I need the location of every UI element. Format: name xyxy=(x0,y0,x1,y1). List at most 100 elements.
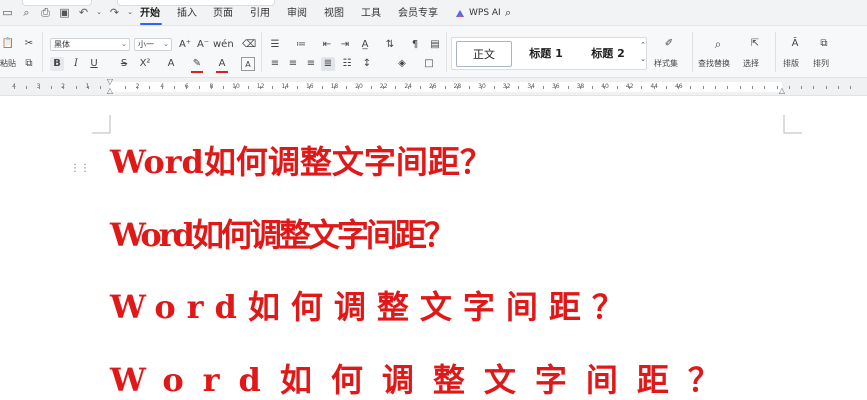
undo-icon[interactable]: ↶ xyxy=(76,5,91,20)
tab-tools[interactable]: 工具 xyxy=(361,7,381,20)
numbered-list-icon[interactable]: ≔ xyxy=(294,38,308,52)
ruler-tick xyxy=(100,86,101,89)
borders-icon[interactable]: □ xyxy=(422,57,436,71)
group-divider xyxy=(446,32,447,72)
ruler-number: 20 xyxy=(355,83,363,90)
text-effect-icon[interactable]: A xyxy=(164,57,178,71)
find-replace-label[interactable]: 查找替换 xyxy=(698,59,730,69)
tab-page[interactable]: 页面 xyxy=(213,7,233,20)
cut-icon[interactable]: ✂ xyxy=(22,37,36,51)
right-indent-marker[interactable]: △ xyxy=(778,87,786,95)
ruler-tick xyxy=(703,86,704,89)
ruler-tick xyxy=(494,86,495,89)
ruler-tick xyxy=(149,86,150,89)
font-color-icon[interactable]: A xyxy=(215,57,229,71)
gallery-scroll-up-icon[interactable]: ⌃ xyxy=(636,38,650,52)
decrease-indent-icon[interactable]: ⇤ xyxy=(320,38,334,52)
increase-indent-icon[interactable]: ⇥ xyxy=(338,38,352,52)
distributed-icon[interactable]: ☷ xyxy=(340,57,354,71)
copy-icon[interactable]: ⧉ xyxy=(22,57,36,71)
ruler-tick xyxy=(617,86,618,89)
document-tab-stub-active[interactable] xyxy=(117,0,275,6)
chinese-layout-icon[interactable]: A̲ xyxy=(358,38,372,52)
document-line-4[interactable]: Word如何调整文字间距？ xyxy=(110,360,739,400)
justify-icon[interactable]: ≣ xyxy=(321,57,335,71)
table-layout-icon[interactable]: ▤ xyxy=(428,38,442,52)
superscript-icon[interactable]: X² xyxy=(138,57,152,71)
ruler-tick xyxy=(629,86,630,89)
tab-home[interactable]: 开始 xyxy=(140,7,160,20)
left-indent-marker[interactable]: △ xyxy=(106,87,114,95)
font-name-select[interactable]: 黑体 ⌄ xyxy=(50,38,130,51)
italic-icon[interactable]: I xyxy=(69,57,83,71)
document-page[interactable]: ⋮⋮ Word如何调整文字间距？ Word如何调整文字间距？ Word如何调整文… xyxy=(0,97,867,400)
bullet-list-icon[interactable]: ☰ xyxy=(268,38,282,52)
print-preview-icon[interactable]: ▣ xyxy=(57,5,72,20)
character-shading-icon[interactable]: A xyxy=(241,57,255,71)
tab-references[interactable]: 引用 xyxy=(250,7,270,20)
arrange-label[interactable]: 排列 xyxy=(813,59,829,69)
ruler-tick xyxy=(752,86,753,89)
ruler-tick xyxy=(309,86,310,89)
file-icon[interactable]: ▭ xyxy=(0,5,15,20)
paste-label[interactable]: 粘贴 xyxy=(0,59,16,69)
font-size-select[interactable]: 小一 ⌄ xyxy=(134,38,172,51)
select-cursor-icon[interactable]: ⇱ xyxy=(748,37,762,51)
underline-icon[interactable]: U xyxy=(87,57,101,71)
ruler-tick xyxy=(334,86,335,89)
search-icon[interactable]: ⌕ xyxy=(505,6,511,19)
wps-ai-button[interactable]: WPS AI xyxy=(469,7,501,20)
tab-member[interactable]: 会员专享 xyxy=(398,7,438,20)
tab-review[interactable]: 审阅 xyxy=(287,7,307,20)
find-replace-icon[interactable]: ⌕ xyxy=(711,37,725,51)
phonetic-guide-icon[interactable]: wén xyxy=(213,38,234,52)
shading-icon[interactable]: ◈ xyxy=(395,57,409,71)
typeset-icon[interactable]: Ā xyxy=(788,37,802,51)
document-line-1[interactable]: Word如何调整文字间距？ xyxy=(110,142,492,182)
document-line-3[interactable]: Word如何调整文字间距？ xyxy=(110,287,635,327)
redo-icon[interactable]: ↷ xyxy=(107,5,122,20)
align-center-icon[interactable]: ≡ xyxy=(286,57,300,71)
typeset-label[interactable]: 排版 xyxy=(783,59,799,69)
document-line-2[interactable]: Word如何调整文字间距？ xyxy=(110,215,456,255)
paste-icon[interactable]: 📋 xyxy=(1,37,15,51)
ruler-tick xyxy=(371,86,372,89)
line-spacing-icon[interactable]: ↕ xyxy=(360,57,374,71)
tab-view[interactable]: 视图 xyxy=(324,7,344,20)
ruler-tick xyxy=(826,86,827,89)
gallery-scroll-down-icon[interactable]: ⌄ xyxy=(636,52,650,66)
bold-icon[interactable]: B xyxy=(50,57,64,71)
paragraph-drag-handle-icon[interactable]: ⋮⋮ xyxy=(70,164,90,174)
strikethrough-icon[interactable]: S xyxy=(117,57,131,71)
wps-ai-logo-icon xyxy=(456,10,464,17)
tab-insert[interactable]: 插入 xyxy=(177,7,197,20)
shrink-font-icon[interactable]: A⁻ xyxy=(196,38,210,52)
ruler-tick xyxy=(285,86,286,89)
ruler-tick xyxy=(408,86,409,89)
more-dropdown-icon[interactable]: ⌄ xyxy=(126,5,134,20)
print-icon[interactable]: ⎙ xyxy=(38,5,53,20)
select-label[interactable]: 选择 xyxy=(743,59,759,69)
first-line-indent-marker[interactable]: ▽ xyxy=(106,78,114,86)
grow-font-icon[interactable]: A⁺ xyxy=(178,38,192,52)
style-set-label[interactable]: 样式集 xyxy=(654,59,678,69)
ruler-tick xyxy=(346,86,347,89)
ruler-tick xyxy=(248,86,249,89)
ruler-tick xyxy=(813,86,814,89)
style-heading-1[interactable]: 标题 1 xyxy=(518,41,574,67)
ruler-tick xyxy=(383,86,384,89)
sort-icon[interactable]: ⇅ xyxy=(383,38,397,52)
arrange-icon[interactable]: ⧉ xyxy=(817,37,831,51)
clear-format-icon[interactable]: ⌫ xyxy=(242,38,256,52)
highlight-icon[interactable]: ✎ xyxy=(190,57,204,71)
style-set-icon[interactable]: ✐ xyxy=(662,37,676,51)
ruler-tick xyxy=(838,86,839,89)
style-heading-2[interactable]: 标题 2 xyxy=(580,41,636,67)
horizontal-ruler[interactable]: 4321246810121416182022242628303234363840… xyxy=(0,78,867,96)
style-normal[interactable]: 正文 xyxy=(456,41,512,67)
search-file-icon[interactable]: ⌕ xyxy=(19,5,34,20)
show-marks-icon[interactable]: ¶ xyxy=(408,38,422,52)
undo-dropdown-icon[interactable]: ⌄ xyxy=(95,5,103,20)
align-right-icon[interactable]: ≡ xyxy=(304,57,318,71)
align-left-icon[interactable]: ≡ xyxy=(268,57,282,71)
